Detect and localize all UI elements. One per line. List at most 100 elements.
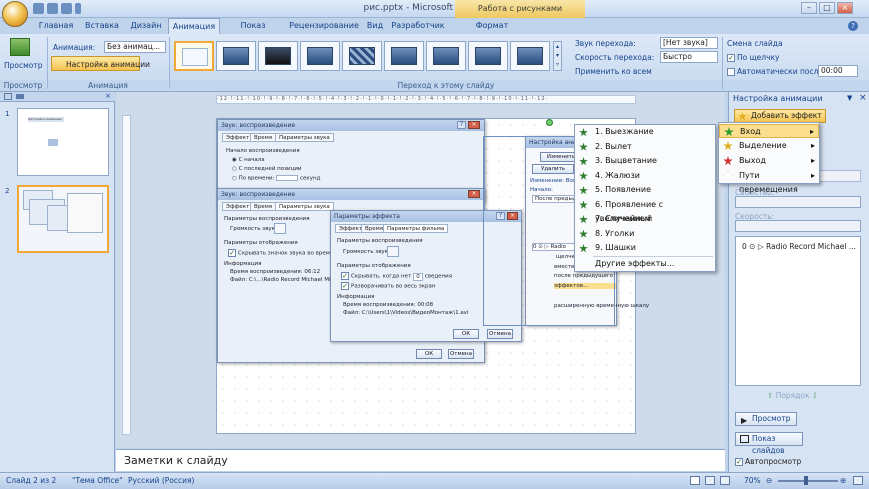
- dlg4-info-label: Информация: [337, 294, 375, 300]
- close-button[interactable]: ×: [837, 2, 853, 14]
- dlg1-start-label: Начало воспроизведения: [226, 148, 300, 154]
- dlg2-cancel-button[interactable]: Отмена: [448, 349, 474, 359]
- speed-select-pane[interactable]: [735, 220, 861, 232]
- tab-insert[interactable]: Вставка: [80, 18, 124, 34]
- custom-animation-button[interactable]: Настройка анимации: [51, 56, 150, 71]
- tab-developer[interactable]: Разработчик: [390, 18, 446, 34]
- minimize-button[interactable]: –: [801, 2, 817, 14]
- slide-thumbnail-1[interactable]: Настройка анимации: [17, 108, 109, 176]
- submenu-exit[interactable]: Выход ▸: [719, 154, 819, 168]
- menu-item-more-effects[interactable]: Другие эффекты...: [575, 257, 715, 272]
- animation-list-item[interactable]: 0 ⊙ ▷ Radio Record Michael ...: [742, 242, 856, 251]
- tab-animation[interactable]: Анимация: [168, 18, 220, 34]
- speed-select[interactable]: Быстро: [660, 51, 718, 63]
- close-pane-icon[interactable]: ×: [105, 92, 111, 100]
- dlg2-ok-button[interactable]: ОК: [416, 349, 442, 359]
- submenu-entrance[interactable]: Вход ▸: [719, 124, 819, 138]
- slides-tab-icon[interactable]: [4, 93, 12, 100]
- transition-wipe-up[interactable]: [510, 41, 550, 71]
- office-button[interactable]: [2, 1, 28, 27]
- dlg2-close[interactable]: ×: [468, 190, 480, 198]
- dlg1-tab-effect[interactable]: Эффект: [222, 133, 254, 142]
- dlg1-tab-timing[interactable]: Время: [250, 133, 277, 142]
- dlg4-hide-num[interactable]: 0: [412, 272, 423, 281]
- tab-format[interactable]: Формат: [470, 18, 514, 34]
- normal-view-icon[interactable]: [690, 476, 700, 485]
- menu-item-8[interactable]: 8. Уголки: [575, 227, 715, 242]
- menu-item-9[interactable]: 9. Шашки: [575, 241, 715, 256]
- zoom-slider-thumb[interactable]: [804, 476, 808, 485]
- autopreview-checkbox[interactable]: ✓ Автопросмотр: [735, 457, 801, 466]
- slideshow-view-icon[interactable]: [720, 476, 730, 485]
- dlg1-help[interactable]: ?: [457, 121, 466, 129]
- submenu-emphasis[interactable]: Выделение ▸: [719, 139, 819, 153]
- dlg1-opt-start[interactable]: ◉ С начала: [232, 157, 265, 163]
- task-pane-close-icon[interactable]: ×: [859, 93, 867, 103]
- dlg1-close[interactable]: ×: [468, 121, 480, 129]
- dlg4-cancel-button[interactable]: Отмена: [487, 329, 513, 339]
- property-select[interactable]: [735, 196, 861, 208]
- fit-window-icon[interactable]: [853, 476, 863, 485]
- dlg1-opt-last[interactable]: ○ С последней позиции: [232, 166, 302, 172]
- slideshow-pane-button[interactable]: Показ слайдов: [735, 432, 803, 455]
- transition-wipe-right[interactable]: [468, 41, 508, 71]
- preview-button[interactable]: Просмотр: [4, 61, 43, 70]
- tab-slideshow[interactable]: Показ слайдов: [222, 18, 284, 46]
- transition-fade[interactable]: [216, 41, 256, 71]
- sorter-view-icon[interactable]: [705, 476, 715, 485]
- menu-item-2[interactable]: 2. Вылет: [575, 140, 715, 155]
- menu-item-6[interactable]: 6. Проявление с увеличением: [575, 198, 715, 223]
- notes-pane[interactable]: Заметки к слайду: [116, 449, 725, 471]
- transition-wipe-left[interactable]: [426, 41, 466, 71]
- dlg2-tab-effect[interactable]: Эффект: [222, 202, 254, 211]
- dlg2-volume-icon[interactable]: [274, 223, 286, 234]
- transition-dissolve[interactable]: [342, 41, 382, 71]
- transition-none[interactable]: [174, 41, 214, 71]
- menu-item-4[interactable]: 4. Жалюзи: [575, 169, 715, 184]
- maximize-button[interactable]: □: [819, 2, 835, 14]
- zoom-in-icon[interactable]: ⊕: [840, 473, 846, 489]
- tab-view[interactable]: Вид: [364, 18, 386, 34]
- sound-select[interactable]: [Нет звука]: [660, 37, 718, 49]
- transition-wipe-down[interactable]: [384, 41, 424, 71]
- transition-cut[interactable]: [300, 41, 340, 71]
- tab-home[interactable]: Главная: [34, 18, 78, 34]
- menu-item-3[interactable]: 3. Выцветание: [575, 154, 715, 169]
- slide-thumbnail-2[interactable]: [17, 185, 109, 253]
- thumb-1-shape: [48, 139, 58, 146]
- dlg2-tab-sound[interactable]: Параметры звука: [275, 202, 334, 211]
- add-effect-button[interactable]: Добавить эффект ▾: [734, 109, 826, 132]
- zoom-slider[interactable]: [778, 480, 838, 482]
- rotation-handle[interactable]: [546, 119, 553, 126]
- auto-advance-checkbox[interactable]: Автоматически после:: [727, 67, 826, 76]
- gallery-scroll[interactable]: ▴ ▾ ▿: [553, 41, 562, 71]
- animation-select[interactable]: Без анимац...: [104, 41, 166, 53]
- menu-item-1[interactable]: 1. Выезжание: [575, 125, 715, 140]
- zoom-out-icon[interactable]: ⊖: [766, 473, 772, 489]
- task-pane-menu-icon[interactable]: ▼: [847, 94, 852, 102]
- on-click-checkbox[interactable]: ✓ По щелчку: [727, 53, 779, 62]
- zoom-level[interactable]: 70%: [744, 473, 761, 489]
- menu-item-7[interactable]: 7. Случайный: [575, 212, 715, 227]
- slide-number-2: 2: [5, 187, 10, 195]
- dlg4-tab-movie[interactable]: Параметры фильма: [383, 224, 449, 233]
- dlg4-hide-checkbox[interactable]: ✓ Скрывать, когда нет 0 сведения: [341, 272, 452, 281]
- preview-pane-button[interactable]: ▶ Просмотр: [735, 412, 797, 426]
- help-icon[interactable]: ?: [848, 21, 858, 31]
- dlg4-fullscreen-checkbox[interactable]: ✓ Разворачивать во весь экран: [341, 282, 436, 290]
- tab-design[interactable]: Дизайн: [126, 18, 166, 34]
- preview-icon[interactable]: [10, 38, 30, 56]
- dlg4-volume-icon[interactable]: [387, 246, 399, 257]
- submenu-motion-paths[interactable]: Пути перемещения ▸: [719, 169, 819, 194]
- auto-advance-time[interactable]: 00:00: [818, 65, 858, 77]
- apply-all-button[interactable]: Применить ко всем: [575, 67, 652, 76]
- menu-item-5[interactable]: 5. Появление: [575, 183, 715, 198]
- dlg1-opt-time[interactable]: ○ По времени: секунд: [232, 175, 320, 182]
- transition-fade-black[interactable]: [258, 41, 298, 71]
- outline-tab-icon[interactable]: [16, 94, 24, 99]
- dlg2-tab-timing[interactable]: Время: [250, 202, 277, 211]
- ribbon: Просмотр Просмотр Анимация: Без анимац..…: [0, 34, 869, 92]
- tab-review[interactable]: Рецензирование: [286, 18, 362, 34]
- dlg1-tab-sound[interactable]: Параметры звука: [275, 133, 334, 142]
- dlg4-ok-button[interactable]: ОК: [453, 329, 479, 339]
